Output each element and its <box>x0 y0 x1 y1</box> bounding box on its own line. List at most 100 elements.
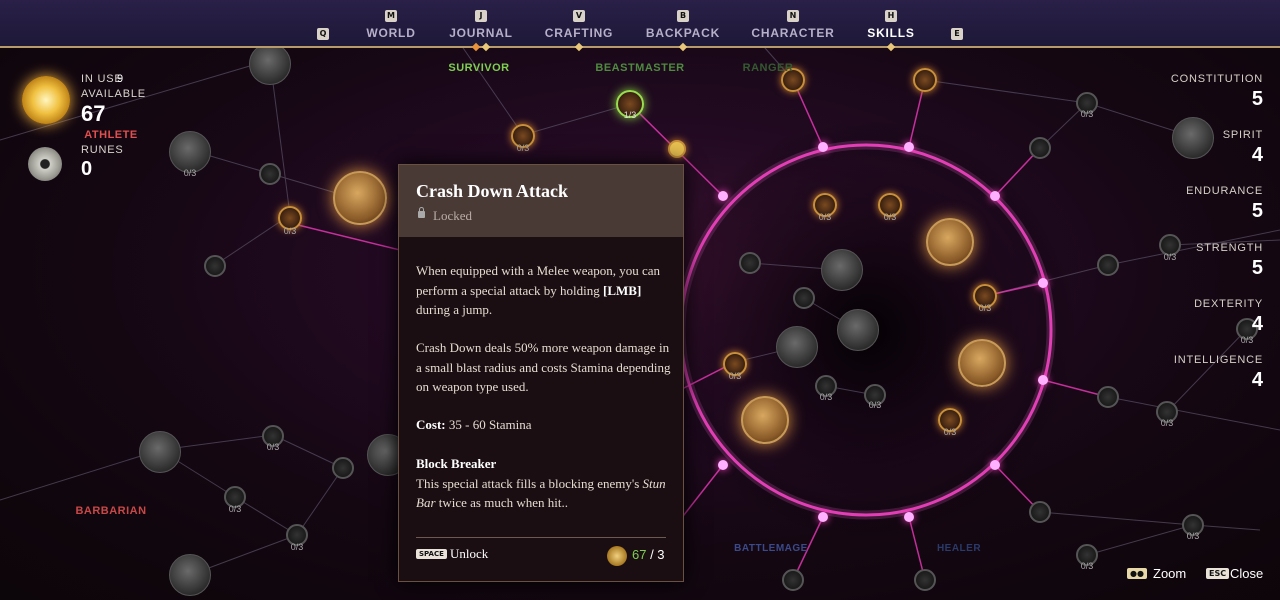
tooltip-status: Locked <box>433 208 472 223</box>
skill-node[interactable] <box>1097 386 1119 408</box>
skill-node[interactable] <box>821 249 863 291</box>
skill-node[interactable] <box>169 131 211 173</box>
ring-connector-node <box>904 512 914 522</box>
stat-label-spirit: SPIRIT <box>1222 129 1263 141</box>
stat-value-endurance: 5 <box>1251 200 1263 222</box>
skill-node[interactable] <box>1029 501 1051 523</box>
available-value: 67 <box>81 101 106 126</box>
skill-node[interactable] <box>926 218 974 266</box>
tooltip-divider <box>416 537 666 538</box>
tooltip-cost: Cost: 35 - 60 Stamina <box>416 415 672 435</box>
skill-node[interactable] <box>1172 117 1214 159</box>
path-label-beastmaster: BEASTMASTER <box>595 62 685 74</box>
node-progress-label: 0/3 <box>978 303 992 313</box>
node-progress-label: 0/3 <box>283 226 297 236</box>
skill-node[interactable] <box>739 252 761 274</box>
rune-icon <box>28 147 62 181</box>
path-label-barbarian: BARBARIAN <box>75 505 147 517</box>
stat-value-intelligence: 4 <box>1251 369 1263 391</box>
stat-label-strength: STRENGTH <box>1196 242 1263 254</box>
skill-node[interactable] <box>204 255 226 277</box>
tooltip-description: When equipped with a Melee weapon, you c… <box>416 261 672 320</box>
ring-connector-node <box>718 460 728 470</box>
skill-node[interactable] <box>259 163 281 185</box>
cost-label: Cost: <box>416 417 446 432</box>
skill-node[interactable] <box>169 554 211 596</box>
nav-key-hint: M <box>385 10 397 22</box>
nav-key-hint: J <box>475 10 487 22</box>
key-highlight: [LMB] <box>603 282 642 298</box>
available-label: AVAILABLE <box>81 88 146 100</box>
nav-key-hint: B <box>677 10 689 22</box>
skill-node[interactable] <box>139 431 181 473</box>
node-progress-label: 0/3 <box>1160 418 1174 428</box>
mouse-icon: ●● <box>1127 568 1147 579</box>
tab-character[interactable]: CHARACTER <box>751 26 834 40</box>
skill-node[interactable] <box>958 339 1006 387</box>
runes-value: 0 <box>81 158 93 180</box>
skill-node[interactable] <box>913 68 937 92</box>
node-progress-label: 0/3 <box>1240 335 1254 345</box>
stat-value-dexterity: 4 <box>1251 313 1263 335</box>
node-progress-label: 0/3 <box>266 442 280 452</box>
tab-journal[interactable]: JOURNAL <box>449 26 513 40</box>
node-progress-label: 0/3 <box>516 143 530 153</box>
skill-point-icon <box>607 546 627 566</box>
perk-title: Block Breaker <box>416 456 497 471</box>
skill-point-cost: 67 / 3 <box>632 547 665 562</box>
node-progress-label: 0/3 <box>1186 531 1200 541</box>
skill-node[interactable] <box>914 569 936 591</box>
node-progress-label: 0/3 <box>183 168 197 178</box>
skill-node[interactable] <box>332 457 354 479</box>
path-label-healer: HEALER <box>936 543 982 554</box>
skill-node[interactable] <box>1029 137 1051 159</box>
skill-node[interactable] <box>741 396 789 444</box>
nav-key-hint[interactable]: Q <box>317 28 329 40</box>
skill-node-crash-down-attack[interactable] <box>333 171 387 225</box>
perk-text: This special attack fills a blocking ene… <box>416 475 643 491</box>
stat-label-constitution: CONSTITUTION <box>1170 73 1263 85</box>
description-text: during a jump. <box>416 302 493 317</box>
skill-node[interactable] <box>1097 254 1119 276</box>
skill-node[interactable] <box>249 43 291 85</box>
tab-skills[interactable]: SKILLS <box>867 26 914 40</box>
skill-node[interactable] <box>782 569 804 591</box>
path-label-battlemage: BATTLEMAGE <box>734 543 808 554</box>
in-use-value: 9 <box>117 73 124 85</box>
node-progress-label: 1/3 <box>623 110 637 120</box>
zoom-hint[interactable]: Zoom <box>1153 566 1186 581</box>
node-progress-label: 0/3 <box>1080 561 1094 571</box>
ring-connector-node <box>818 512 828 522</box>
node-progress-label: 0/3 <box>228 504 242 514</box>
stat-value-constitution: 5 <box>1251 88 1263 110</box>
tab-backpack[interactable]: BACKPACK <box>646 26 720 40</box>
tab-world[interactable]: WORLD <box>366 26 415 40</box>
top-nav-bar <box>0 0 1280 48</box>
path-label-survivor: SURVIVOR <box>448 62 510 74</box>
skill-node[interactable] <box>668 140 686 158</box>
skill-node[interactable] <box>837 309 879 351</box>
node-progress-label: 0/3 <box>818 212 832 222</box>
ring-connector-node <box>904 142 914 152</box>
points-required: / 3 <box>646 547 665 562</box>
runes-label: RUNES <box>81 144 124 156</box>
lock-icon <box>418 207 425 218</box>
unlock-button[interactable]: Unlock <box>450 546 488 562</box>
nav-key-hint: V <box>573 10 585 22</box>
stat-value-strength: 5 <box>1251 257 1263 279</box>
ring-connector-node <box>1038 278 1048 288</box>
close-button[interactable]: Close <box>1230 566 1263 581</box>
node-progress-label: 0/3 <box>883 212 897 222</box>
path-label-athlete: ATHLETE <box>84 129 138 141</box>
skill-node[interactable] <box>793 287 815 309</box>
node-progress-label: 0/3 <box>868 400 882 410</box>
skill-tooltip: Crash Down Attack Locked When equipped w… <box>398 164 684 582</box>
tooltip-perk: Block Breaker This special attack fills a… <box>416 454 672 513</box>
skill-node[interactable] <box>776 326 818 368</box>
space-key-hint: SPACE <box>416 549 447 559</box>
ring-connector-node <box>990 460 1000 470</box>
node-progress-label: 0/3 <box>1080 109 1094 119</box>
tooltip-title: Crash Down Attack <box>416 181 569 201</box>
tab-crafting[interactable]: CRAFTING <box>545 26 613 40</box>
nav-key-hint[interactable]: E <box>951 28 963 40</box>
